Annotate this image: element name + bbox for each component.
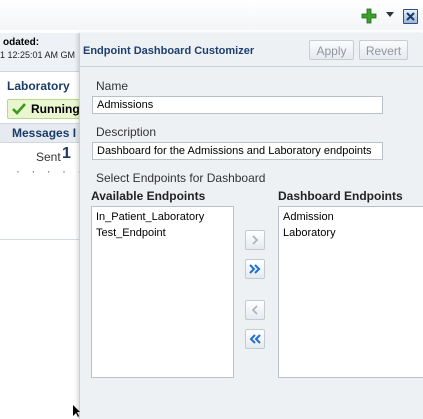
move-all-right-icon <box>249 264 261 274</box>
list-item[interactable]: In_Patient_Laboratory <box>92 209 233 225</box>
move-left-icon <box>251 305 258 315</box>
endpoint-card: Laboratory Running Messages I Sent 1 · ·… <box>0 71 90 239</box>
select-endpoints-label: Select Endpoints for Dashboard <box>96 171 266 185</box>
checkmark-icon <box>12 103 26 115</box>
apply-button[interactable]: Apply <box>309 40 354 60</box>
revert-button[interactable]: Revert <box>359 40 408 60</box>
messages-label: Messages I <box>12 126 77 140</box>
remove-button[interactable] <box>245 300 265 320</box>
chevron-down-icon[interactable] <box>386 12 394 17</box>
list-item[interactable]: Laboratory <box>279 225 423 241</box>
available-endpoints-list[interactable]: In_Patient_Laboratory Test_Endpoint <box>91 206 234 378</box>
dialog-header: Endpoint Dashboard Customizer Apply Reve… <box>80 33 423 67</box>
status-text: Running <box>31 102 80 116</box>
name-label: Name <box>96 79 129 93</box>
sent-count: 1 <box>62 145 71 162</box>
sent-label: Sent <box>36 150 61 164</box>
dialog-title: Endpoint Dashboard Customizer <box>83 45 255 57</box>
move-right-icon <box>252 235 259 245</box>
description-label: Description <box>96 125 157 139</box>
list-item[interactable]: Admission <box>279 209 423 225</box>
background-status-panel: odated: 1 12:25:01 AM GM Laboratory Runn… <box>0 33 91 240</box>
name-field[interactable]: Admissions <box>92 96 383 114</box>
description-field[interactable]: Dashboard for the Admissions and Laborat… <box>92 142 383 160</box>
move-all-left-icon <box>249 334 261 344</box>
move-all-button[interactable] <box>245 259 265 279</box>
messages-section-header[interactable]: Messages I <box>0 123 90 143</box>
updated-time: 1 12:25:01 AM GM <box>0 50 76 60</box>
remove-all-button[interactable] <box>245 329 265 349</box>
endpoint-card-title[interactable]: Laboratory <box>7 79 70 93</box>
mouse-cursor-icon <box>73 405 80 417</box>
dashboard-endpoints-label: Dashboard Endpoints <box>278 189 403 203</box>
close-icon[interactable] <box>403 9 418 24</box>
list-item[interactable]: Test_Endpoint <box>92 225 233 241</box>
endpoint-dashboard-customizer-dialog: Endpoint Dashboard Customizer Apply Reve… <box>79 33 423 419</box>
dashboard-endpoints-list[interactable]: Admission Laboratory <box>278 206 423 378</box>
available-endpoints-label: Available Endpoints <box>91 189 206 203</box>
add-icon[interactable] <box>361 8 377 24</box>
move-button[interactable] <box>245 230 265 250</box>
top-toolbar <box>0 0 423 30</box>
updated-label: odated: <box>3 37 40 48</box>
